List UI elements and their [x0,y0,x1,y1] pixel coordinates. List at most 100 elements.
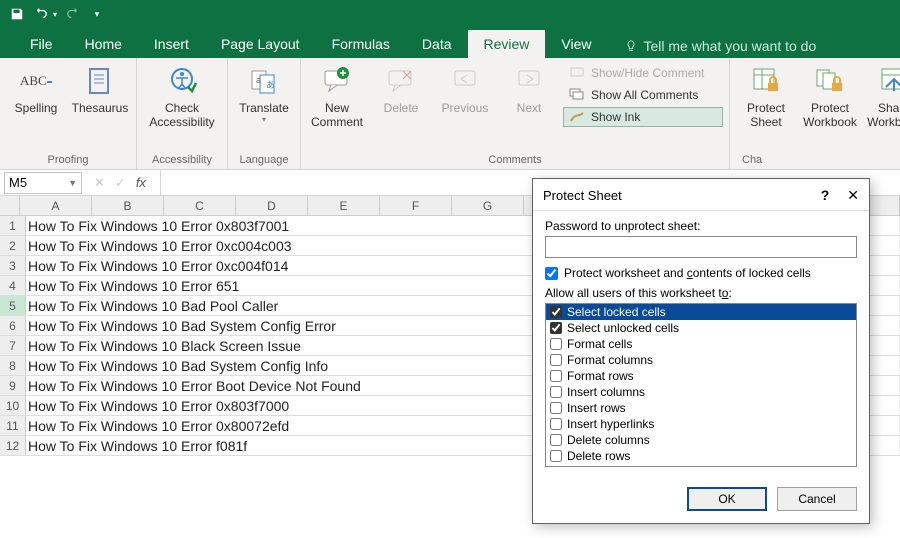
close-button[interactable]: ✕ [847,187,859,204]
row-header[interactable]: 7 [0,336,26,355]
permission-checkbox[interactable] [550,386,562,398]
permission-label: Format rows [567,369,634,383]
thesaurus-button[interactable]: Thesaurus [70,61,130,117]
permission-checkbox[interactable] [550,338,562,350]
protect-sheet-dialog: Protect Sheet ? ✕ Password to unprotect … [532,178,870,524]
permission-item[interactable]: Insert hyperlinks [546,416,856,432]
undo-button[interactable] [30,3,52,25]
spelling-button[interactable]: ABC Spelling [6,61,66,117]
permissions-listbox[interactable]: Select locked cellsSelect unlocked cells… [545,303,857,467]
permission-item[interactable]: Format cells [546,336,856,352]
row-header[interactable]: 1 [0,216,26,235]
tab-data[interactable]: Data [406,30,468,58]
tab-view[interactable]: View [545,30,607,58]
group-proofing: ABC Spelling Thesaurus Proofing [0,58,137,169]
show-all-comments-button[interactable]: Show All Comments [563,85,723,105]
row-header[interactable]: 4 [0,276,26,295]
enter-formula-icon[interactable]: ✓ [115,175,126,191]
permission-checkbox[interactable] [550,450,562,462]
cancel-formula-icon[interactable]: ✕ [94,175,105,191]
redo-button[interactable] [62,3,84,25]
col-header-E[interactable]: E [308,196,380,215]
title-bar: ▾ ▾ [0,0,900,28]
delete-comment-icon [385,65,417,97]
row-header[interactable]: 9 [0,376,26,395]
permission-label: Insert columns [567,385,645,399]
permission-item[interactable]: Select locked cells [546,304,856,320]
permission-checkbox[interactable] [550,418,562,430]
col-header-A[interactable]: A [20,196,92,215]
row-header[interactable]: 2 [0,236,26,255]
col-header-F[interactable]: F [380,196,452,215]
ribbon-tabs: File Home Insert Page Layout Formulas Da… [0,28,900,58]
new-comment-button[interactable]: New Comment [307,61,367,131]
col-header-C[interactable]: C [164,196,236,215]
permission-item[interactable]: Select unlocked cells [546,320,856,336]
cancel-button[interactable]: Cancel [777,487,857,511]
select-all-corner[interactable] [0,196,20,215]
save-button[interactable] [6,3,28,25]
show-hide-comment-button[interactable]: Show/Hide Comment [563,63,723,83]
permission-checkbox[interactable] [550,370,562,382]
row-header[interactable]: 10 [0,396,26,415]
row-header[interactable]: 12 [0,436,26,455]
previous-comment-button[interactable]: Previous [435,61,495,117]
name-box[interactable]: M5 ▼ [4,172,82,194]
permission-checkbox[interactable] [550,354,562,366]
show-hide-comment-icon [569,65,585,81]
svg-text:あ: あ [266,80,275,90]
tab-formulas[interactable]: Formulas [316,30,406,58]
permission-item[interactable]: Insert columns [546,384,856,400]
permission-item[interactable]: Format rows [546,368,856,384]
permission-item[interactable]: Delete columns [546,432,856,448]
undo-dropdown[interactable]: ▾ [50,3,60,25]
row-header[interactable]: 3 [0,256,26,275]
row-header[interactable]: 6 [0,316,26,335]
permission-checkbox[interactable] [550,434,562,446]
tell-me-search[interactable]: Tell me what you want to do [614,34,827,58]
permission-checkbox[interactable] [550,402,562,414]
protect-sheet-button[interactable]: Protect Sheet [736,61,796,131]
password-input[interactable] [545,236,857,258]
protect-workbook-button[interactable]: Protect Workbook [800,61,860,131]
translate-button[interactable]: aあ Translate▾ [234,61,294,126]
delete-comment-button[interactable]: Delete [371,61,431,117]
group-label-comments: Comments [307,152,723,169]
row-header[interactable]: 8 [0,356,26,375]
protect-contents-checkbox[interactable] [545,267,558,280]
permission-item[interactable]: Delete rows [546,448,856,464]
permission-checkbox[interactable] [550,322,562,334]
save-icon [10,7,24,21]
col-header-D[interactable]: D [236,196,308,215]
tab-home[interactable]: Home [69,30,138,58]
permission-label: Insert rows [567,401,626,415]
tab-insert[interactable]: Insert [138,30,205,58]
group-label-changes: Cha [736,152,900,169]
permission-checkbox[interactable] [550,306,562,318]
row-header[interactable]: 5 [0,296,26,315]
group-changes: Protect Sheet Protect Workbook Share Wor… [730,58,900,169]
share-workbook-button[interactable]: Share Workbook [864,61,900,131]
col-header-G[interactable]: G [452,196,524,215]
undo-icon [34,7,48,21]
chevron-down-icon: ▼ [68,178,77,188]
allow-users-label: Allow all users of this worksheet to: [545,286,857,300]
col-header-B[interactable]: B [92,196,164,215]
ok-button[interactable]: OK [687,487,767,511]
tab-page-layout[interactable]: Page Layout [205,30,316,58]
row-header[interactable]: 11 [0,416,26,435]
tab-file[interactable]: File [14,30,69,58]
help-button[interactable]: ? [821,187,830,204]
fx-button[interactable]: fx [136,175,152,190]
group-label-accessibility: Accessibility [143,152,221,169]
qat-customize[interactable]: ▾ [86,3,108,25]
check-accessibility-button[interactable]: Check Accessibility [143,61,221,131]
show-all-comments-icon [569,87,585,103]
group-label-language: Language [234,152,294,169]
next-comment-button[interactable]: Next [499,61,559,117]
tab-review[interactable]: Review [468,30,546,58]
permission-item[interactable]: Format columns [546,352,856,368]
permission-label: Format columns [567,353,653,367]
permission-item[interactable]: Insert rows [546,400,856,416]
show-ink-button[interactable]: Show Ink [563,107,723,127]
